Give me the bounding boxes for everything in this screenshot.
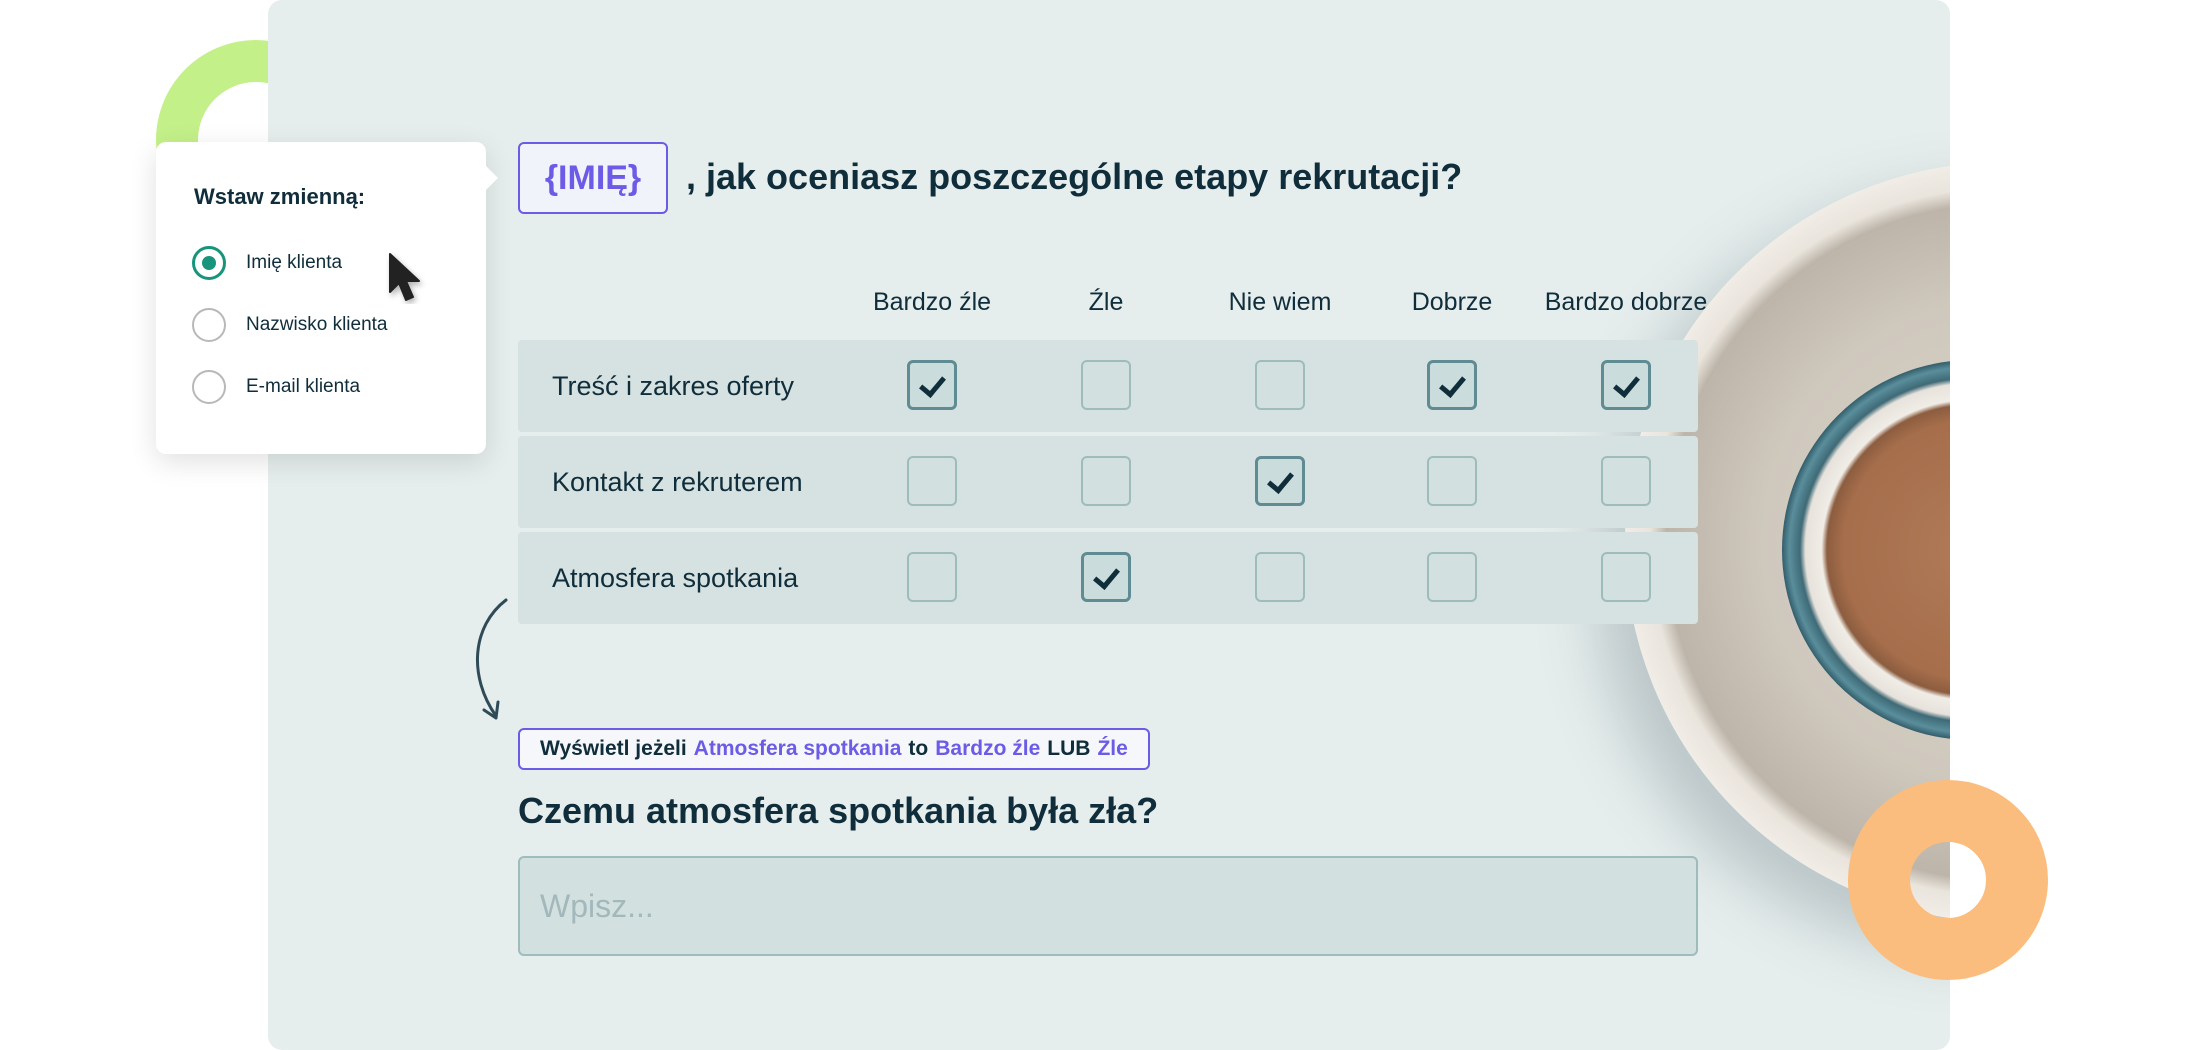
row-label: Treść i zakres oferty xyxy=(552,371,795,401)
condition-operator: to xyxy=(908,737,929,760)
radio-label: E-mail klienta xyxy=(246,376,361,397)
condition-value: Źle xyxy=(1097,737,1128,760)
rating-checkbox[interactable] xyxy=(1427,552,1477,602)
rating-checkbox[interactable] xyxy=(907,552,957,602)
rating-checkbox[interactable] xyxy=(1255,552,1305,602)
condition-field: Atmosfera spotkania xyxy=(693,737,902,760)
curved-arrow-icon xyxy=(476,598,508,720)
rating-checkbox[interactable] xyxy=(1601,456,1651,506)
radio-checked-icon[interactable] xyxy=(192,246,226,280)
matrix-row: Treść i zakres oferty xyxy=(518,340,1698,432)
column-header: Bardzo źle xyxy=(872,288,992,316)
radio-unchecked-icon[interactable] xyxy=(192,308,226,342)
question-title: , jak oceniasz poszczególne etapy rekrut… xyxy=(686,156,1463,197)
rating-checkbox[interactable] xyxy=(907,456,957,506)
matrix-row: Kontakt z rekruterem xyxy=(518,436,1698,528)
radio-label: Imię klienta xyxy=(246,252,343,273)
column-header: Dobrze xyxy=(1411,288,1493,316)
display-condition-chip[interactable]: Wyświetl jeżeli Atmosfera spotkania to B… xyxy=(518,728,1150,770)
orange-ring-decoration xyxy=(1848,780,2048,980)
radio-option-email[interactable]: E-mail klienta xyxy=(192,370,360,404)
rating-checkbox[interactable] xyxy=(1081,360,1131,410)
answer-input[interactable] xyxy=(518,856,1698,956)
rating-checkbox-checked[interactable] xyxy=(1601,360,1651,410)
row-label: Atmosfera spotkania xyxy=(552,563,799,593)
rating-checkbox[interactable] xyxy=(1427,456,1477,506)
rating-checkbox[interactable] xyxy=(1081,456,1131,506)
rating-checkbox-checked[interactable] xyxy=(1255,456,1305,506)
column-header: Bardzo dobrze xyxy=(1544,288,1708,316)
rating-checkbox[interactable] xyxy=(1255,360,1305,410)
radio-unchecked-icon[interactable] xyxy=(192,370,226,404)
popup-title: Wstaw zmienną: xyxy=(194,184,366,209)
matrix-row: Atmosfera spotkania xyxy=(518,532,1698,624)
condition-joiner: LUB xyxy=(1047,737,1091,760)
condition-value: Bardzo źle xyxy=(935,737,1041,760)
variable-chip[interactable]: {IMIĘ} xyxy=(518,142,668,214)
cursor-arrow-icon xyxy=(389,253,420,301)
rating-checkbox-checked[interactable] xyxy=(907,360,957,410)
insert-variable-popup: Wstaw zmienną: Imię klienta Nazwisko kli… xyxy=(156,142,498,454)
radio-option-first-name[interactable]: Imię klienta xyxy=(192,246,342,280)
rating-checkbox-checked[interactable] xyxy=(1427,360,1477,410)
radio-option-last-name[interactable]: Nazwisko klienta xyxy=(192,308,388,342)
column-header: Źle xyxy=(1088,288,1124,316)
row-label: Kontakt z rekruterem xyxy=(552,467,803,497)
rating-checkbox-checked[interactable] xyxy=(1081,552,1131,602)
condition-prefix: Wyświetl jeżeli xyxy=(540,737,687,760)
column-header: Nie wiem xyxy=(1228,288,1332,316)
rating-checkbox[interactable] xyxy=(1601,552,1651,602)
followup-question-title: Czemu atmosfera spotkania była zła? xyxy=(518,790,1159,831)
radio-label: Nazwisko klienta xyxy=(246,314,388,335)
